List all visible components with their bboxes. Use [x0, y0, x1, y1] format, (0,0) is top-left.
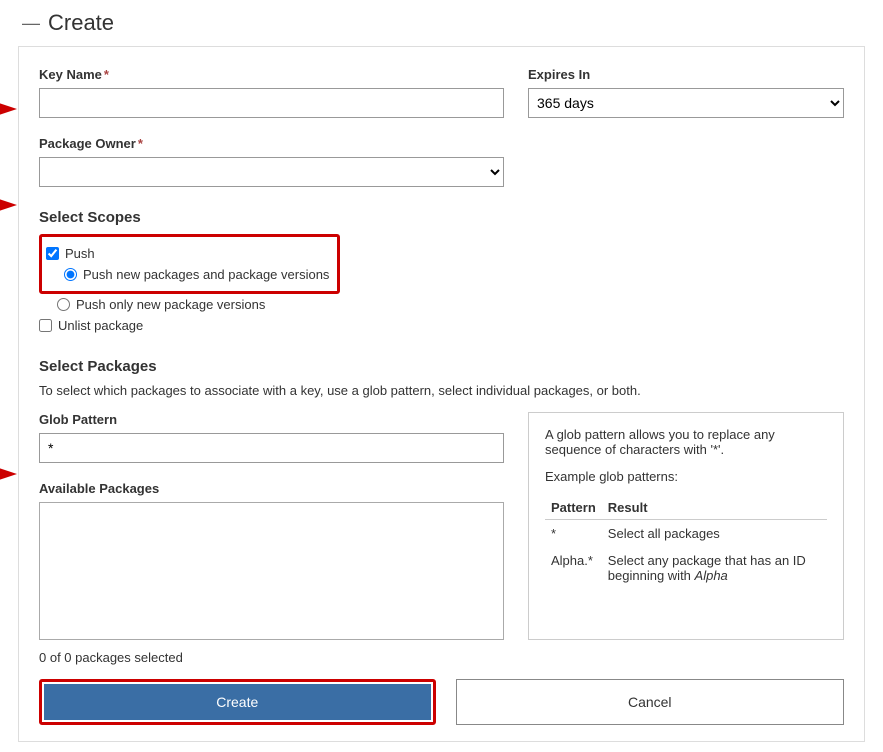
expires-in-label: Expires In: [528, 67, 844, 82]
unlist-label: Unlist package: [58, 318, 143, 333]
page-header[interactable]: — Create: [0, 0, 883, 46]
cancel-button[interactable]: Cancel: [456, 679, 845, 725]
package-owner-label: Package Owner*: [39, 136, 504, 151]
callout-arrow-owner: [0, 199, 17, 211]
key-name-input[interactable]: [39, 88, 504, 118]
glob-pattern-label: Glob Pattern: [39, 412, 504, 427]
pattern-col-header: Pattern: [545, 496, 602, 520]
key-name-label: Key Name*: [39, 67, 504, 82]
glob-help-intro: A glob pattern allows you to replace any…: [545, 427, 827, 457]
callout-arrow-glob: [0, 468, 17, 480]
glob-help-panel: A glob pattern allows you to replace any…: [528, 412, 844, 640]
select-scopes-title: Select Scopes: [39, 209, 844, 226]
push-checkbox[interactable]: [46, 247, 59, 260]
push-label: Push: [65, 246, 95, 261]
collapse-icon: —: [22, 13, 40, 34]
package-owner-select[interactable]: [39, 157, 504, 187]
glob-pattern-input[interactable]: [39, 433, 504, 463]
push-new-and-versions-label: Push new packages and package versions: [83, 267, 329, 282]
select-packages-help: To select which packages to associate wi…: [39, 383, 844, 398]
create-button[interactable]: Create: [44, 684, 431, 720]
unlist-checkbox[interactable]: [39, 319, 52, 332]
push-new-and-versions-radio[interactable]: [64, 268, 77, 281]
table-row: Alpha.* Select any package that has an I…: [545, 547, 827, 589]
available-packages-label: Available Packages: [39, 481, 504, 496]
packages-selected-count: 0 of 0 packages selected: [39, 650, 844, 665]
create-button-highlight: Create: [39, 679, 436, 725]
callout-arrow-keyname: [0, 103, 17, 115]
page-title: Create: [48, 10, 114, 36]
scopes-highlight-box: Push Push new packages and package versi…: [39, 234, 340, 294]
result-col-header: Result: [602, 496, 827, 520]
glob-help-examples-title: Example glob patterns:: [545, 469, 827, 484]
glob-pattern-table: Pattern Result * Select all packages Alp…: [545, 496, 827, 589]
push-only-versions-radio[interactable]: [57, 298, 70, 311]
table-row: * Select all packages: [545, 520, 827, 548]
select-packages-title: Select Packages: [39, 358, 844, 375]
expires-in-select[interactable]: 365 days: [528, 88, 844, 118]
create-panel: Key Name* Expires In 365 days Package Ow…: [18, 46, 865, 742]
push-only-versions-label: Push only new package versions: [76, 297, 265, 312]
available-packages-list[interactable]: [39, 502, 504, 640]
